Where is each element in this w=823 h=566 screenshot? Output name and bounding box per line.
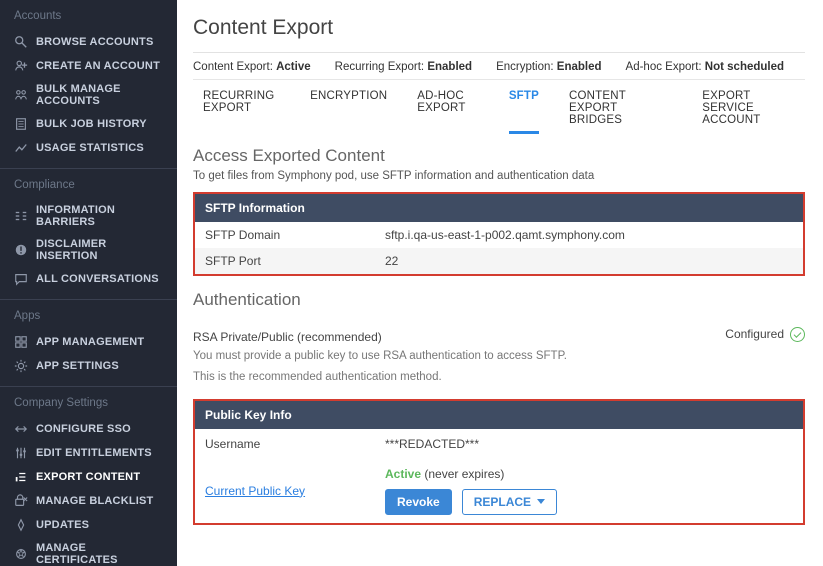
- sftp-panel-head: SFTP Information: [195, 194, 803, 222]
- sidebar-item-bulk-manage-accounts[interactable]: BULK MANAGE ACCOUNTS: [0, 78, 177, 112]
- sidebar-icon: [14, 359, 28, 373]
- sidebar-item-configure-sso[interactable]: CONFIGURE SSO: [0, 417, 177, 441]
- current-public-key-link[interactable]: Current Public Key: [205, 484, 305, 498]
- sidebar-item-edit-entitlements[interactable]: EDIT ENTITLEMENTS: [0, 441, 177, 465]
- sftp-panel: SFTP Information SFTP Domain sftp.i.qa-u…: [193, 192, 805, 276]
- sidebar-icon: [14, 422, 28, 436]
- sidebar-item-label: EXPORT CONTENT: [36, 471, 140, 483]
- replace-button-label: REPLACE: [474, 495, 531, 509]
- sidebar-icon: [14, 117, 28, 131]
- sidebar-icon: [14, 35, 28, 49]
- sidebar-item-app-management[interactable]: APP MANAGEMENT: [0, 330, 177, 354]
- username-value: ***REDACTED***: [385, 437, 793, 451]
- sidebar-item-manage-blacklist[interactable]: MANAGE BLACKLIST: [0, 489, 177, 513]
- sidebar-item-browse-accounts[interactable]: BROWSE ACCOUNTS: [0, 30, 177, 54]
- sidebar-icon: [14, 88, 28, 102]
- sidebar-icon: [14, 494, 28, 508]
- status-item: Ad-hoc Export: Not scheduled: [626, 61, 785, 73]
- sidebar-item-label: UPDATES: [36, 519, 89, 531]
- tab-encryption[interactable]: ENCRYPTION: [310, 90, 387, 134]
- sidebar-item-usage-statistics[interactable]: USAGE STATISTICS: [0, 136, 177, 160]
- replace-button[interactable]: REPLACE: [462, 489, 557, 515]
- table-row: Current Public Key Active (never expires…: [195, 459, 803, 523]
- sftp-domain-label: SFTP Domain: [205, 228, 385, 242]
- sidebar-icon: [14, 272, 28, 286]
- sidebar-icon: [14, 141, 28, 155]
- chevron-down-icon: [537, 499, 545, 504]
- sidebar-icon: [14, 547, 28, 561]
- sidebar-item-manage-certificates[interactable]: MANAGE CERTIFICATES: [0, 537, 177, 566]
- main-content: Content Export Content Export: Active Rec…: [177, 0, 823, 566]
- sidebar-item-label: DISCLAIMER INSERTION: [36, 238, 163, 262]
- sidebar-item-bulk-job-history[interactable]: BULK JOB HISTORY: [0, 112, 177, 136]
- sftp-port-value: 22: [385, 254, 793, 268]
- sftp-port-label: SFTP Port: [205, 254, 385, 268]
- sidebar-group-title: Compliance: [0, 169, 177, 199]
- tab-recurring-export[interactable]: RECURRING EXPORT: [203, 90, 280, 134]
- auth-subtitle: RSA Private/Public (recommended): [193, 330, 382, 344]
- sidebar-item-label: CONFIGURE SSO: [36, 423, 131, 435]
- section-desc-access: To get files from Symphony pod, use SFTP…: [193, 170, 805, 182]
- page-title: Content Export: [193, 16, 805, 40]
- table-row: Username ***REDACTED***: [195, 429, 803, 459]
- section-title-access: Access Exported Content: [193, 146, 805, 166]
- sidebar-icon: [14, 446, 28, 460]
- sidebar-icon: [14, 470, 28, 484]
- configured-label: Configured: [725, 327, 784, 341]
- sidebar-icon: [14, 59, 28, 73]
- sidebar-item-app-settings[interactable]: APP SETTINGS: [0, 354, 177, 378]
- sidebar-icon: [14, 209, 28, 223]
- key-status-active: Active: [385, 467, 421, 481]
- sidebar-icon: [14, 335, 28, 349]
- username-label: Username: [205, 437, 385, 451]
- sidebar-item-create-an-account[interactable]: CREATE AN ACCOUNT: [0, 54, 177, 78]
- sidebar-item-label: CREATE AN ACCOUNT: [36, 60, 160, 72]
- sidebar-item-label: MANAGE BLACKLIST: [36, 495, 153, 507]
- sidebar-item-label: MANAGE CERTIFICATES: [36, 542, 163, 566]
- sidebar-icon: [14, 243, 28, 257]
- sidebar-item-label: BULK MANAGE ACCOUNTS: [36, 83, 163, 107]
- status-item: Content Export: Active: [193, 61, 311, 73]
- tab-sftp[interactable]: SFTP: [509, 90, 539, 134]
- key-status-note: (never expires): [421, 467, 504, 481]
- sidebar-item-all-conversations[interactable]: ALL CONVERSATIONS: [0, 267, 177, 291]
- sidebar-group-title: Company Settings: [0, 387, 177, 417]
- status-badge: Configured: [725, 327, 805, 342]
- sidebar-group-title: Accounts: [0, 0, 177, 30]
- pki-panel-head: Public Key Info: [195, 401, 803, 429]
- table-row: SFTP Domain sftp.i.qa-us-east-1-p002.qam…: [195, 222, 803, 248]
- sidebar-item-label: ALL CONVERSATIONS: [36, 273, 159, 285]
- sftp-domain-value: sftp.i.qa-us-east-1-p002.qamt.symphony.c…: [385, 228, 793, 242]
- sidebar-item-label: BULK JOB HISTORY: [36, 118, 147, 130]
- sidebar-item-export-content[interactable]: EXPORT CONTENT: [0, 465, 177, 489]
- sidebar-item-label: BROWSE ACCOUNTS: [36, 36, 153, 48]
- pki-panel: Public Key Info Username ***REDACTED*** …: [193, 399, 805, 525]
- status-line: Content Export: Active Recurring Export: …: [193, 53, 805, 80]
- sidebar-item-label: APP MANAGEMENT: [36, 336, 144, 348]
- status-item: Encryption: Enabled: [496, 61, 601, 73]
- sidebar-item-updates[interactable]: UPDATES: [0, 513, 177, 537]
- sidebar-icon: [14, 518, 28, 532]
- section-title-auth: Authentication: [193, 290, 805, 310]
- sidebar: Accounts BROWSE ACCOUNTS CREATE AN ACCOUNT…: [0, 0, 177, 566]
- sidebar-item-label: APP SETTINGS: [36, 360, 119, 372]
- tab-content-export-bridges[interactable]: CONTENT EXPORT BRIDGES: [569, 90, 672, 134]
- auth-desc-2: This is the recommended authentication m…: [193, 369, 805, 386]
- sidebar-item-label: EDIT ENTITLEMENTS: [36, 447, 152, 459]
- check-circle-icon: [790, 327, 805, 342]
- tab-ad-hoc-export[interactable]: AD-HOC EXPORT: [417, 90, 479, 134]
- tab-export-service-account[interactable]: EXPORT SERVICE ACCOUNT: [702, 90, 805, 134]
- sidebar-item-label: USAGE STATISTICS: [36, 142, 144, 154]
- auth-desc-1: You must provide a public key to use RSA…: [193, 348, 805, 365]
- sidebar-item-disclaimer-insertion[interactable]: DISCLAIMER INSERTION: [0, 233, 177, 267]
- sidebar-item-label: INFORMATION BARRIERS: [36, 204, 163, 228]
- revoke-button[interactable]: Revoke: [385, 489, 452, 515]
- tabs: RECURRING EXPORT ENCRYPTION AD-HOC EXPORT S…: [193, 80, 805, 134]
- status-item: Recurring Export: Enabled: [335, 61, 472, 73]
- sidebar-group-title: Apps: [0, 300, 177, 330]
- table-row: SFTP Port 22: [195, 248, 803, 274]
- sidebar-item-information-barriers[interactable]: INFORMATION BARRIERS: [0, 199, 177, 233]
